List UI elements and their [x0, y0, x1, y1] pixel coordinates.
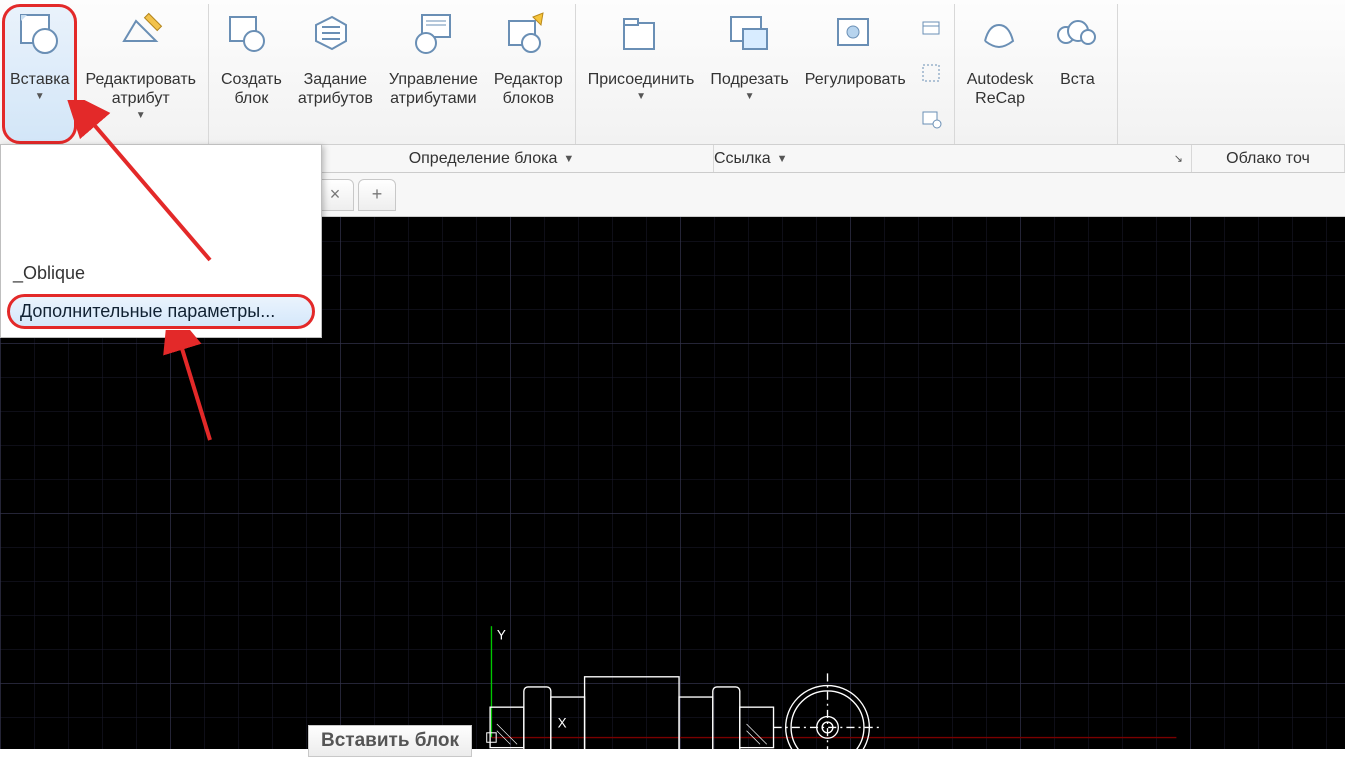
edit-attribute-icon	[113, 8, 169, 64]
recap-icon	[972, 8, 1028, 64]
clip-label: Подрезать	[710, 70, 788, 89]
dropdown-item-label: _Oblique	[13, 263, 85, 283]
chevron-down-icon: ▼	[35, 91, 45, 102]
set-attrs-button[interactable]: Задание атрибутов	[290, 4, 381, 144]
insert-block-icon	[12, 8, 68, 64]
panel-point-cloud-label: Облако точ	[1226, 150, 1310, 168]
x-axis-label: X	[558, 715, 567, 730]
manage-attrs-icon	[405, 8, 461, 64]
manage-attrs-button[interactable]: Управление атрибутами	[381, 4, 486, 144]
ribbon-bar: Вставка ▼ Редактировать атрибут ▼ Создат	[0, 0, 1345, 145]
set-attrs-label: Задание атрибутов	[298, 70, 373, 108]
adjust-icon	[827, 8, 883, 64]
panel-reference-label: Ссылка	[714, 150, 771, 168]
dialog-launcher-icon[interactable]: ↘	[1174, 152, 1183, 165]
manage-attrs-label: Управление атрибутами	[389, 70, 478, 108]
attribute-tag-icon	[307, 8, 363, 64]
clip-icon	[722, 8, 778, 64]
underlay-layers-button[interactable]	[918, 15, 946, 43]
chevron-down-icon: ▼	[777, 153, 788, 165]
panel-reference[interactable]: Ссылка ▼ ↘	[714, 145, 1192, 172]
close-icon: ×	[330, 184, 341, 205]
dropdown-item-label: Дополнительные параметры...	[20, 301, 275, 321]
panel-block-def[interactable]: Определение блока ▼	[270, 145, 714, 172]
adjust-label: Регулировать	[805, 70, 906, 89]
snap-ref-button[interactable]	[918, 105, 946, 133]
tooltip-text: Вставить блок	[321, 730, 459, 751]
tooltip: Вставить блок	[308, 725, 472, 757]
dropdown-preview-area	[1, 145, 321, 257]
reference-small-buttons	[914, 4, 950, 144]
block-editor-icon	[500, 8, 556, 64]
block-editor-button[interactable]: Редактор блоков	[486, 4, 571, 144]
insert-button[interactable]: Вставка ▼	[2, 4, 77, 144]
insert-cloud-label: Вста	[1060, 70, 1095, 89]
block-editor-label: Редактор блоков	[494, 70, 563, 108]
ribbon-group-point-cloud: Autodesk ReCap Вста	[955, 4, 1119, 144]
recap-label: Autodesk ReCap	[967, 70, 1034, 108]
insert-cloud-button[interactable]: Вста	[1041, 4, 1113, 144]
cloud-icon	[1049, 8, 1105, 64]
create-block-icon	[223, 8, 279, 64]
edit-attribute-label: Редактировать атрибут	[85, 70, 196, 108]
drawing-svg: Y X	[308, 390, 1345, 749]
new-tab-button[interactable]: +	[358, 179, 396, 211]
insert-dropdown: _Oblique Дополнительные параметры...	[0, 144, 322, 338]
recap-button[interactable]: Autodesk ReCap	[959, 4, 1042, 144]
document-tabstrip: × +	[308, 173, 1345, 217]
ribbon-group-block-def: Создать блок Задание атрибутов	[209, 4, 576, 144]
insert-label: Вставка	[10, 70, 69, 89]
chevron-down-icon: ▼	[563, 153, 574, 165]
dropdown-item-more-params[interactable]: Дополнительные параметры...	[7, 294, 315, 329]
attach-button[interactable]: Присоединить ▼	[580, 4, 703, 144]
chevron-down-icon: ▼	[636, 91, 646, 102]
panel-block-def-label: Определение блока	[409, 150, 558, 168]
plus-icon: +	[372, 184, 383, 205]
model-view[interactable]: Y X	[308, 390, 1345, 749]
clip-button[interactable]: Подрезать ▼	[702, 4, 796, 144]
panel-point-cloud[interactable]: Облако точ	[1192, 145, 1345, 172]
attach-label: Присоединить	[588, 70, 695, 89]
ribbon-group-reference: Присоединить ▼ Подрезать ▼ Регулировать	[576, 4, 955, 144]
edit-attribute-button[interactable]: Редактировать атрибут ▼	[77, 4, 204, 144]
chevron-down-icon: ▼	[136, 110, 146, 121]
chevron-down-icon: ▼	[745, 91, 755, 102]
frames-button[interactable]	[918, 60, 946, 88]
adjust-button[interactable]: Регулировать	[797, 4, 914, 144]
dropdown-item-oblique[interactable]: _Oblique	[1, 257, 321, 290]
ribbon-group-block: Вставка ▼ Редактировать атрибут ▼	[0, 4, 209, 144]
create-block-button[interactable]: Создать блок	[213, 4, 290, 144]
attach-icon	[613, 8, 669, 64]
y-axis-label: Y	[497, 628, 506, 643]
create-block-label: Создать блок	[221, 70, 282, 108]
